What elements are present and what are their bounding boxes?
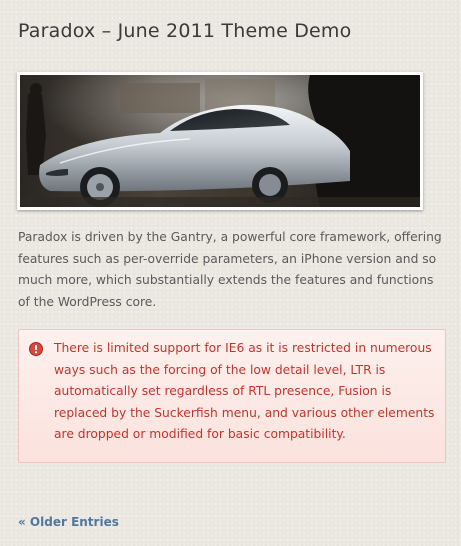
post-title[interactable]: Paradox – June 2011 Theme Demo [18,20,351,42]
ie6-warning-notice: There is limited support for IE6 as it i… [18,329,446,463]
alert-circle-icon [29,342,43,356]
post-featured-image[interactable] [17,72,423,210]
post-excerpt: Paradox is driven by the Gantry, a power… [18,230,442,309]
older-entries-link[interactable]: « Older Entries [18,515,119,529]
car-photo [20,75,420,207]
notice-text: There is limited support for IE6 as it i… [54,341,435,441]
